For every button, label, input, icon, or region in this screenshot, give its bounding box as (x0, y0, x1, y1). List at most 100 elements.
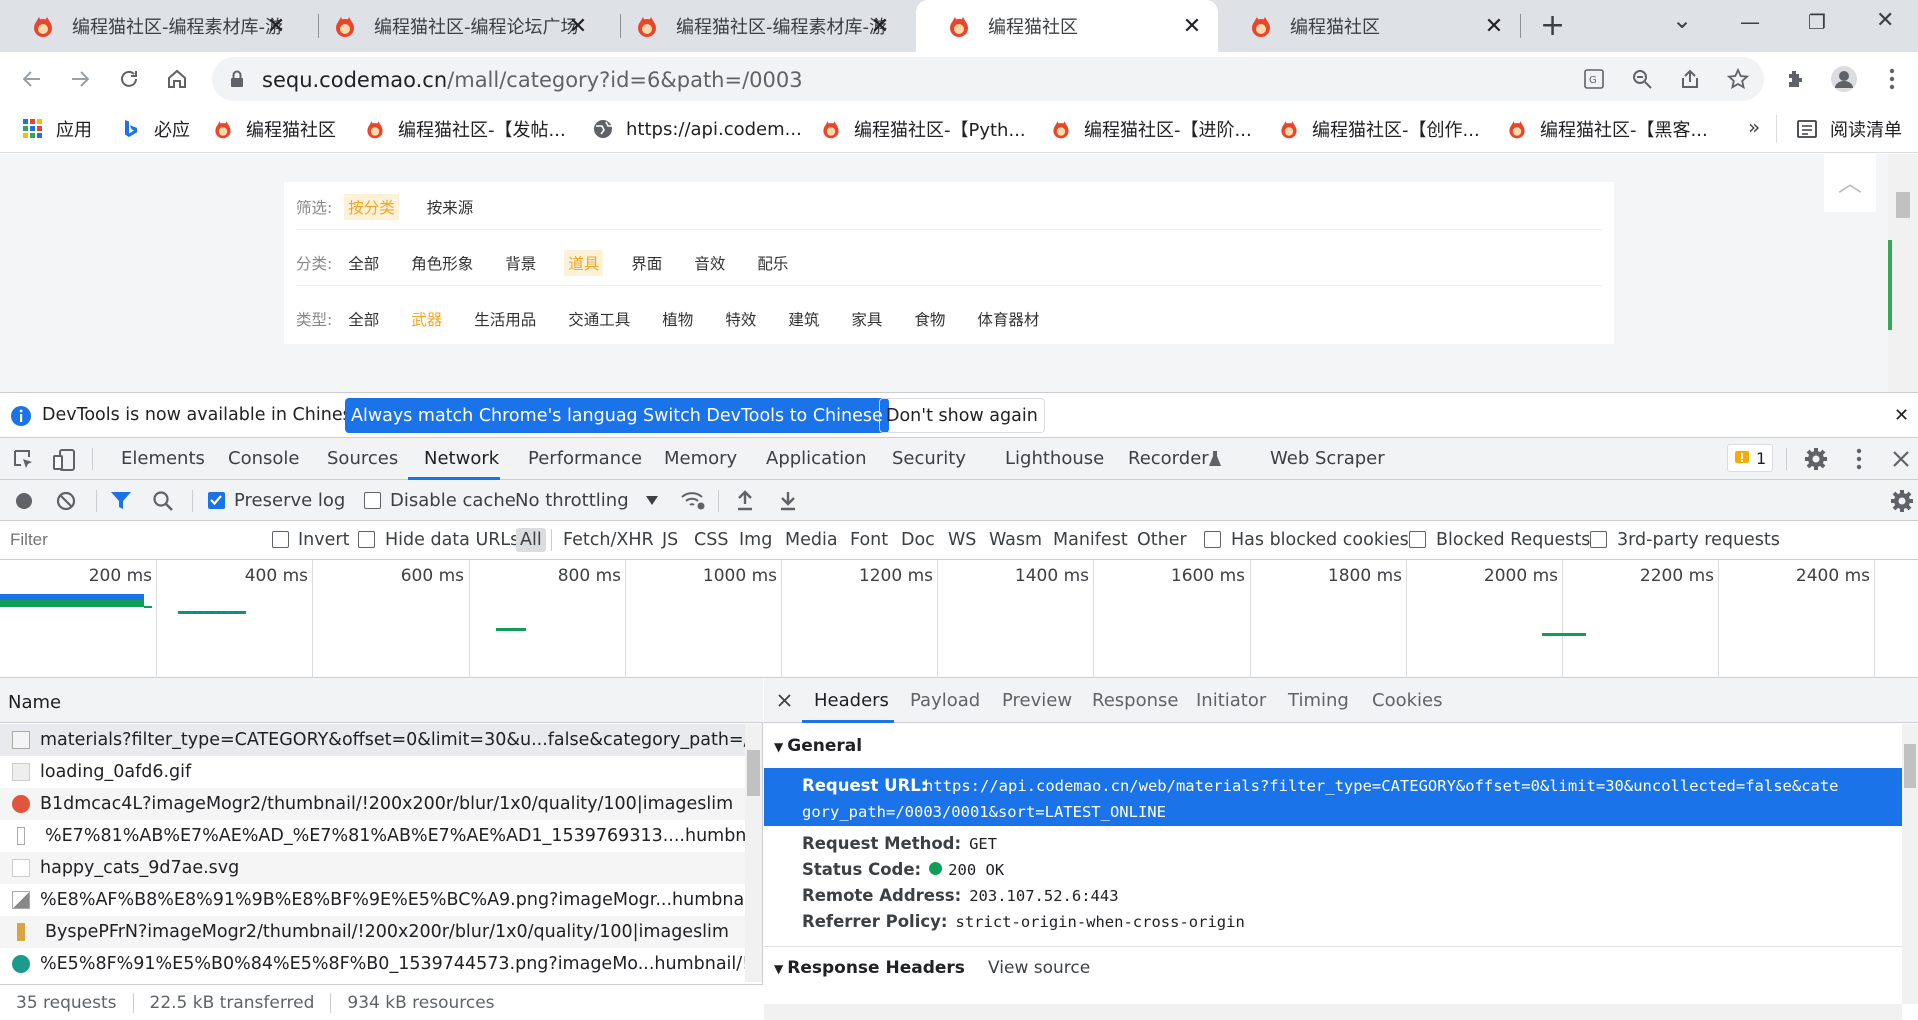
translate-icon[interactable]: G (1578, 63, 1610, 95)
close-tab-icon[interactable]: ✕ (264, 14, 288, 39)
bookmark-star-icon[interactable] (1722, 63, 1754, 95)
throttling-select[interactable]: No throttling (515, 490, 629, 511)
type-item[interactable]: 全部 (344, 306, 383, 332)
tab-cookies[interactable]: Cookies (1372, 690, 1442, 711)
request-row[interactable]: %E8%AF%B8%E8%91%9B%E8%BF%9E%E5%BC%A9.png… (0, 884, 745, 916)
bookmark-codemao-post[interactable]: 编程猫社区-【发帖... (364, 115, 566, 143)
type-filter-font[interactable]: Font (850, 530, 888, 550)
import-har-icon[interactable] (736, 490, 754, 512)
tab-payload[interactable]: Payload (910, 690, 980, 711)
filter-funnel-icon[interactable] (110, 491, 132, 511)
share-icon[interactable] (1674, 63, 1706, 95)
request-url-row-selected[interactable]: Request URL: https://api.codemao.cn/web/… (764, 768, 1902, 826)
switch-to-chinese-button[interactable]: Switch DevTools to Chinese (637, 398, 889, 433)
issues-badge[interactable]: 1 (1727, 444, 1774, 472)
bookmark-api[interactable]: https://api.codem... (592, 115, 802, 143)
tab-application[interactable]: Application (766, 448, 867, 469)
record-icon[interactable] (14, 491, 34, 511)
type-item[interactable]: 植物 (658, 306, 697, 332)
disable-cache-checkbox[interactable] (364, 492, 381, 509)
category-item[interactable]: 配乐 (753, 250, 792, 276)
blocked-requests-checkbox[interactable] (1409, 531, 1426, 548)
request-row[interactable]: loading_0afd6.gif (0, 756, 745, 788)
third-party-checkbox[interactable] (1590, 531, 1607, 548)
type-item-selected[interactable]: 武器 (407, 306, 446, 332)
category-item-selected[interactable]: 道具 (564, 250, 604, 276)
tab-headers[interactable]: Headers (814, 690, 889, 711)
request-list-scrollbar[interactable] (745, 724, 762, 982)
hide-data-urls-checkbox[interactable] (358, 531, 375, 548)
bookmark-codemao-advanced[interactable]: 编程猫社区-【进阶... (1050, 115, 1252, 143)
reload-icon[interactable] (113, 63, 145, 95)
close-tab-icon[interactable]: ✕ (1482, 14, 1506, 39)
request-row[interactable]: %E5%8F%91%E5%B0%84%E5%8F%B0_1539744573.p… (0, 948, 745, 980)
tab-elements[interactable]: Elements (121, 448, 205, 469)
type-item[interactable]: 家具 (847, 306, 886, 332)
settings-gear-icon[interactable] (1804, 447, 1828, 471)
type-item[interactable]: 特效 (721, 306, 760, 332)
tab-response[interactable]: Response (1092, 690, 1178, 711)
tab-1[interactable]: 编程猫社区-编程素材库-游 ✕ (0, 0, 302, 52)
tab-console[interactable]: Console (228, 448, 299, 469)
tab-4-active[interactable]: 编程猫社区 ✕ (916, 0, 1218, 52)
filter-input[interactable] (0, 525, 252, 555)
view-source-link[interactable]: View source (988, 958, 1090, 978)
tab-sources[interactable]: Sources (327, 448, 398, 469)
tab-security[interactable]: Security (892, 448, 966, 469)
request-row[interactable]: B1dmcac4L?imageMogr2/thumbnail/!200x200r… (0, 788, 745, 820)
tab-performance[interactable]: Performance (528, 448, 642, 469)
type-item[interactable]: 体育器材 (973, 306, 1043, 332)
dont-show-again-button[interactable]: Don't show again (879, 398, 1045, 433)
bookmark-codemao-create[interactable]: 编程猫社区-【创作... (1278, 115, 1480, 143)
close-tab-icon[interactable]: ✕ (868, 14, 892, 39)
filter-by-category[interactable]: 按分类 (344, 194, 399, 220)
zoom-icon[interactable] (1626, 63, 1658, 95)
category-item[interactable]: 音效 (690, 250, 729, 276)
has-blocked-cookies-checkbox[interactable] (1204, 531, 1221, 548)
close-devtools-icon[interactable] (1892, 450, 1910, 468)
tab-preview[interactable]: Preview (1002, 690, 1072, 711)
type-item[interactable]: 生活用品 (470, 306, 540, 332)
devtools-menu-icon[interactable] (1856, 448, 1862, 470)
type-filter-wasm[interactable]: Wasm (989, 530, 1042, 550)
general-section-header[interactable]: ▼ General (774, 736, 862, 756)
bookmark-codemao-python[interactable]: 编程猫社区-【Pyth... (820, 115, 1026, 143)
maximize-button[interactable]: ❐ (1808, 10, 1826, 34)
request-row-selected[interactable]: materials?filter_type=CATEGORY&offset=0&… (0, 724, 745, 756)
tab-3[interactable]: 编程猫社区-编程素材库-游 ✕ (604, 0, 906, 52)
profile-avatar-icon[interactable] (1828, 63, 1860, 95)
search-tabs-button[interactable]: ⌄ (1672, 6, 1692, 34)
category-item[interactable]: 角色形象 (407, 250, 477, 276)
tab-5[interactable]: 编程猫社区 ✕ (1218, 0, 1520, 52)
device-toolbar-icon[interactable] (52, 448, 76, 472)
request-row[interactable]: ByspePFrN?imageMogr2/thumbnail/!200x200r… (0, 916, 745, 948)
type-filter-other[interactable]: Other (1137, 530, 1187, 550)
details-scrollbar[interactable] (1902, 724, 1918, 1004)
type-filter-ws[interactable]: WS (948, 530, 976, 550)
category-item[interactable]: 背景 (501, 250, 540, 276)
preserve-log-checkbox[interactable] (208, 492, 225, 509)
home-icon[interactable] (161, 63, 193, 95)
always-match-language-button[interactable]: Always match Chrome's language (345, 398, 655, 433)
type-filter-media[interactable]: Media (785, 530, 838, 550)
type-filter-js[interactable]: JS (662, 530, 678, 550)
type-filter-fetch-xhr[interactable]: Fetch/XHR (563, 530, 654, 550)
forward-icon[interactable] (64, 63, 96, 95)
lock-icon[interactable] (229, 70, 245, 88)
filter-by-source[interactable]: 按来源 (423, 194, 478, 220)
network-settings-gear-icon[interactable] (1890, 489, 1914, 513)
network-overview-timeline[interactable]: 200 ms 400 ms 600 ms 800 ms 1000 ms 1200… (0, 560, 1918, 678)
type-filter-all[interactable]: All (516, 528, 546, 552)
close-window-button[interactable]: ✕ (1876, 8, 1894, 33)
type-item[interactable]: 食物 (910, 306, 949, 332)
page-scrollbar[interactable] (1888, 154, 1918, 392)
tab-initiator[interactable]: Initiator (1196, 690, 1266, 711)
back-to-top-button[interactable]: ︿ (1824, 154, 1876, 212)
minimize-button[interactable]: — (1740, 10, 1760, 34)
dropdown-arrow-icon[interactable] (646, 496, 658, 506)
category-item[interactable]: 全部 (344, 250, 383, 276)
type-item[interactable]: 建筑 (784, 306, 823, 332)
close-details-icon[interactable] (778, 694, 791, 707)
details-horizontal-scrollbar[interactable] (764, 1004, 1902, 1020)
search-icon[interactable] (152, 490, 174, 512)
